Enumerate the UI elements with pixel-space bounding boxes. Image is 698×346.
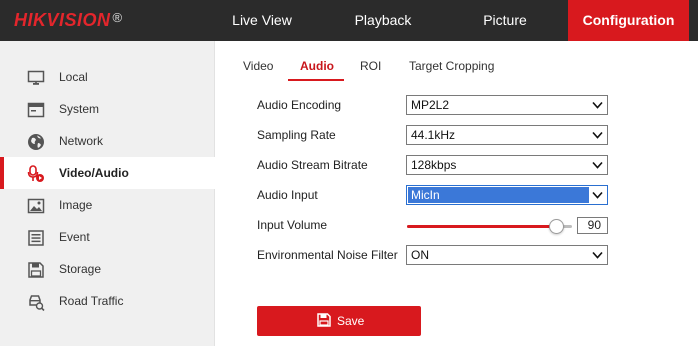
audio-stream-bitrate-select[interactable]: 128kbps — [406, 155, 608, 175]
audio-encoding-label: Audio Encoding — [257, 98, 342, 112]
storage-icon — [27, 261, 45, 279]
noise-filter-value: ON — [411, 248, 429, 262]
monitor-icon — [27, 69, 45, 87]
road-traffic-icon — [27, 293, 45, 311]
registered-mark: ® — [112, 10, 123, 25]
noise-filter-select[interactable]: ON — [406, 245, 608, 265]
input-volume-value-field[interactable]: 90 — [577, 217, 608, 234]
image-icon — [27, 197, 45, 215]
audio-stream-bitrate-label: Audio Stream Bitrate — [257, 158, 368, 172]
save-button[interactable]: Save — [257, 306, 421, 336]
sampling-rate-select[interactable]: 44.1kHz — [406, 125, 608, 145]
nav-playback[interactable]: Playback — [338, 0, 428, 41]
audio-stream-bitrate-value: 128kbps — [411, 158, 457, 172]
chevron-down-icon — [591, 189, 604, 201]
sidebar-item-system[interactable]: System — [0, 93, 215, 125]
nav-live-view[interactable]: Live View — [218, 0, 306, 41]
sidebar-item-label: Image — [59, 198, 93, 212]
sidebar-item-label: Storage — [59, 262, 102, 276]
audio-input-value: MicIn — [411, 188, 440, 202]
sidebar: Local System Network Video/Audio Image E… — [0, 41, 215, 346]
sidebar-item-label: Event — [59, 230, 90, 244]
save-button-label: Save — [337, 314, 365, 328]
input-volume-fill — [407, 225, 556, 228]
sidebar-item-label: Network — [59, 134, 104, 148]
input-volume-label: Input Volume — [257, 218, 328, 232]
sidebar-item-label: Road Traffic — [59, 294, 124, 308]
sidebar-item-video-audio[interactable]: Video/Audio — [0, 157, 215, 189]
chevron-down-icon — [591, 249, 604, 261]
nav-picture[interactable]: Picture — [460, 0, 550, 41]
globe-icon — [27, 133, 45, 151]
tab-target-cropping[interactable]: Target Cropping — [409, 59, 494, 73]
microphone-icon — [27, 165, 45, 183]
system-icon — [27, 101, 45, 119]
sidebar-item-label: Video/Audio — [59, 166, 129, 180]
audio-input-select[interactable]: MicIn — [406, 185, 608, 205]
tab-roi[interactable]: ROI — [360, 59, 381, 73]
audio-input-label: Audio Input — [257, 188, 318, 202]
sidebar-item-storage[interactable]: Storage — [0, 253, 215, 285]
sidebar-item-road-traffic[interactable]: Road Traffic — [0, 285, 215, 317]
sidebar-item-label: System — [59, 102, 100, 116]
sidebar-item-local[interactable]: Local — [0, 61, 215, 93]
sidebar-item-event[interactable]: Event — [0, 221, 215, 253]
active-tab-indicator — [288, 79, 344, 81]
nav-configuration[interactable]: Configuration — [568, 0, 689, 41]
sidebar-item-label: Local — [59, 70, 88, 84]
sidebar-item-network[interactable]: Network — [0, 125, 215, 157]
sampling-rate-value: 44.1kHz — [411, 128, 456, 142]
tab-video[interactable]: Video — [243, 59, 273, 73]
noise-filter-label: Environmental Noise Filter — [257, 248, 398, 262]
sampling-rate-label: Sampling Rate — [257, 128, 336, 142]
sidebar-item-image[interactable]: Image — [0, 189, 215, 221]
audio-encoding-select[interactable]: MP2L2 — [406, 95, 608, 115]
event-list-icon — [27, 229, 45, 247]
config-tabs: Video Audio ROI Target Cropping — [216, 41, 698, 81]
chevron-down-icon — [591, 159, 604, 171]
chevron-down-icon — [591, 99, 604, 111]
brand-logo-text: HIKVISION — [14, 10, 111, 30]
brand-logo: HIKVISION ® — [14, 10, 123, 31]
audio-encoding-value: MP2L2 — [411, 98, 450, 112]
input-volume-handle[interactable] — [548, 219, 564, 234]
top-navigation-bar: HIKVISION ® Live View Playback Picture Co… — [0, 0, 698, 41]
chevron-down-icon — [591, 129, 604, 141]
input-volume-slider[interactable] — [407, 219, 572, 234]
tab-audio[interactable]: Audio — [300, 59, 334, 73]
save-icon — [317, 313, 331, 327]
